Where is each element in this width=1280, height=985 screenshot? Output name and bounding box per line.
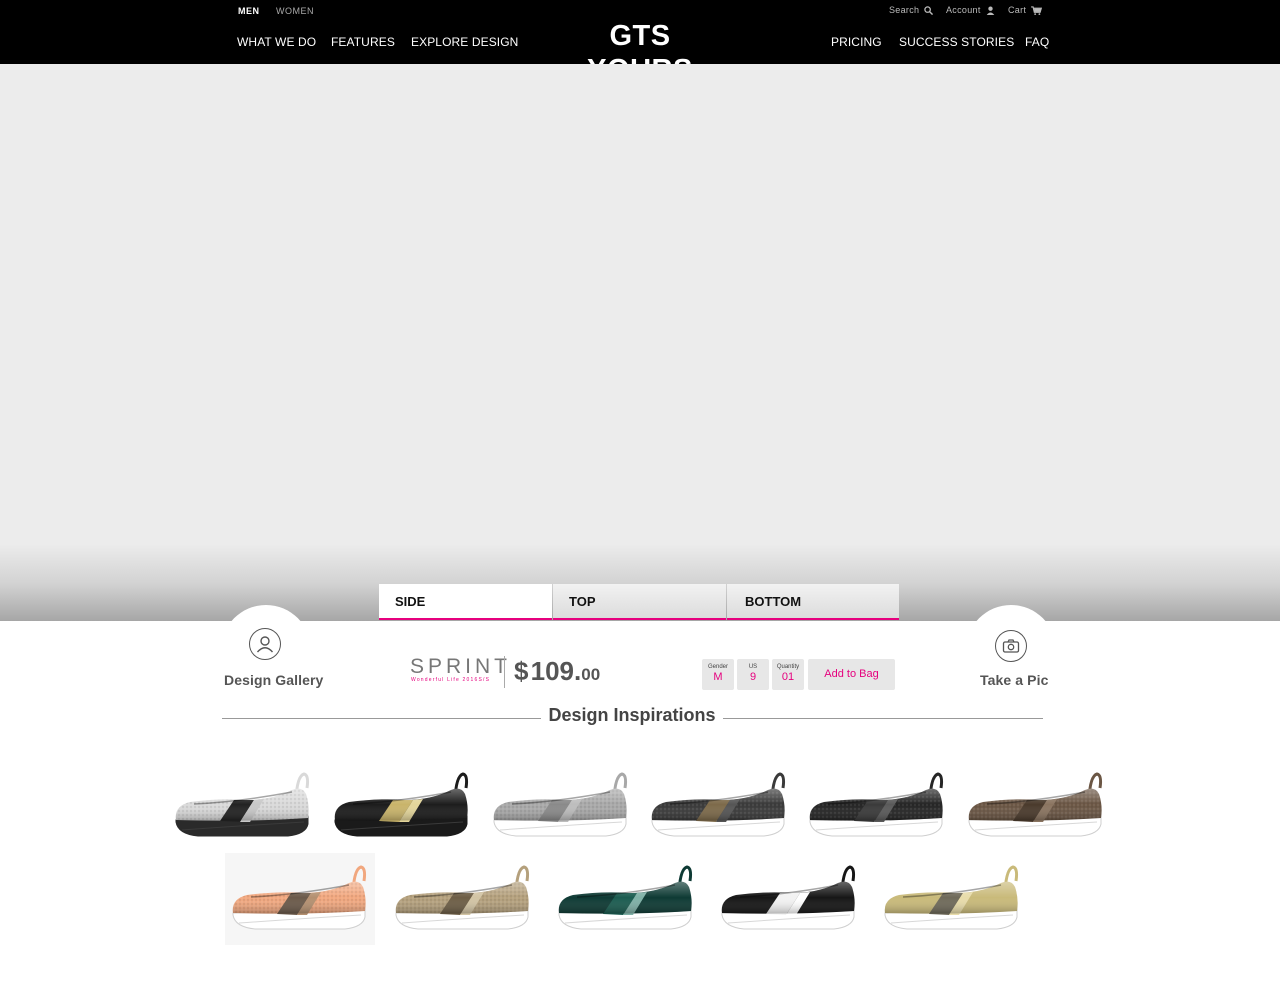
- inspirations-rule-right: [720, 718, 1043, 719]
- inspiration-shoe-brown-tweed[interactable]: [961, 760, 1111, 852]
- view-tabs: SIDE TOP BOTTOM: [379, 584, 900, 620]
- nav-features[interactable]: FEATURES: [331, 35, 395, 49]
- inspiration-shoe-grey-knit[interactable]: [486, 760, 636, 852]
- inspiration-shoe-peach[interactable]: [225, 853, 375, 945]
- price-major: 109.: [530, 656, 582, 686]
- gender-tab-men[interactable]: MEN: [238, 6, 260, 16]
- nav-pricing[interactable]: PRICING: [831, 35, 882, 49]
- gender-select-value: M: [713, 671, 723, 683]
- inspiration-shoe-black-white[interactable]: [714, 853, 864, 945]
- product-name: SPRINT: [410, 655, 512, 678]
- gender-tab-women[interactable]: WOMEN: [276, 6, 314, 16]
- product-price: $ 109.00: [514, 656, 600, 690]
- nav-explore-design[interactable]: EXPLORE DESIGN: [411, 35, 518, 49]
- quantity-select-value: 01: [781, 671, 795, 683]
- gender-select-label: Gender: [707, 664, 728, 670]
- price-currency: $: [514, 656, 529, 686]
- nav-faq[interactable]: FAQ: [1025, 35, 1049, 49]
- inspirations-rule-left: [222, 718, 544, 719]
- size-select[interactable]: US 9: [737, 659, 769, 690]
- price-minor: 00: [581, 665, 601, 684]
- inspiration-shoe-black-gold[interactable]: [327, 760, 477, 852]
- inspirations-title: Design Inspirations: [541, 705, 723, 726]
- control-bar: [0, 621, 1280, 701]
- inspiration-shoe-khaki-knit[interactable]: [388, 853, 538, 945]
- tab-side[interactable]: SIDE: [379, 584, 552, 620]
- search-label: Search: [889, 5, 920, 15]
- top-header: MEN WOMEN Search Account Cart WHAT WE DO…: [0, 0, 1280, 86]
- inspiration-shoe-silver-snakeskin[interactable]: [168, 760, 318, 852]
- design-gallery-label[interactable]: Design Gallery: [224, 672, 323, 688]
- tab-top[interactable]: TOP: [553, 584, 726, 620]
- quantity-select[interactable]: Quantity 01: [772, 659, 804, 690]
- account-label: Account: [946, 5, 981, 15]
- take-pic-label[interactable]: Take a Pic: [980, 672, 1048, 688]
- tab-bottom[interactable]: BOTTOM: [727, 584, 899, 620]
- nav-success-stories[interactable]: SUCCESS STORIES: [899, 35, 1014, 49]
- nav-what-we-do[interactable]: WHAT WE DO: [237, 35, 316, 49]
- user-profile-icon: [256, 636, 274, 653]
- add-to-bag-button[interactable]: Add to Bag: [808, 659, 895, 690]
- search-icon: [924, 5, 934, 15]
- cart-icon: [1031, 5, 1043, 15]
- design-gallery-button[interactable]: [249, 628, 281, 660]
- inspiration-shoe-emerald[interactable]: [551, 853, 701, 945]
- camera-icon: [1002, 639, 1020, 653]
- inspiration-shoe-charcoal-bronze[interactable]: [644, 760, 794, 852]
- price-divider: [504, 656, 505, 688]
- size-select-label: US: [748, 664, 758, 670]
- gender-select[interactable]: Gender M: [702, 659, 734, 690]
- cart-label: Cart: [1008, 5, 1027, 15]
- search-link[interactable]: Search: [889, 5, 934, 15]
- cart-link[interactable]: Cart: [1008, 5, 1043, 15]
- quantity-select-label: Quantity: [776, 664, 800, 670]
- account-link[interactable]: Account: [946, 5, 995, 15]
- inspiration-shoe-black-knit[interactable]: [802, 760, 952, 852]
- product-collection: Wonderful Life 2016S/S: [411, 677, 491, 683]
- take-pic-button[interactable]: [995, 630, 1027, 662]
- shoe-viewer-canvas[interactable]: [0, 64, 1280, 621]
- user-icon: [986, 6, 994, 15]
- size-select-value: 9: [749, 671, 757, 683]
- inspiration-shoe-gold-metallic[interactable]: [877, 853, 1027, 945]
